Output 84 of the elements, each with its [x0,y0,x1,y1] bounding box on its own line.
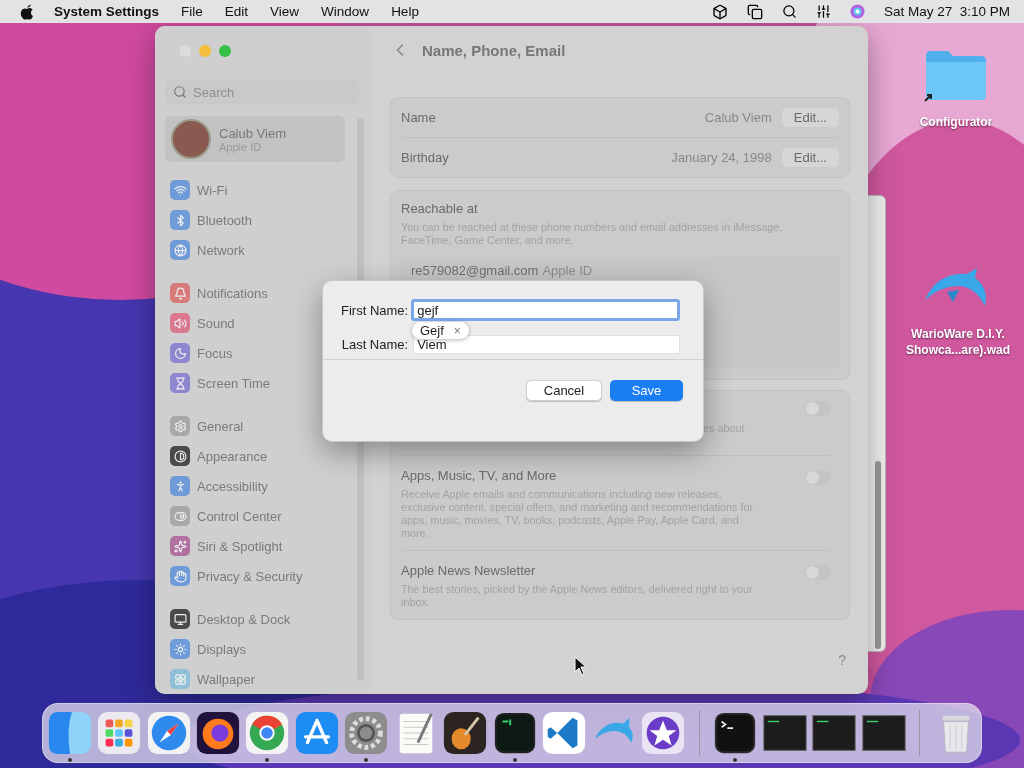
field-label: First Name: [341,302,409,318]
sidebar-item[interactable]: Privacy & Security [165,561,340,591]
guitar-icon[interactable] [442,710,489,756]
sidebar-item[interactable]: Accessibility [165,471,340,501]
sidebar-label: Control Center [197,508,282,524]
sidebar-item[interactable]: Control Center [165,501,340,531]
running-indicator [364,758,369,762]
text-field[interactable]: gejf [411,299,681,321]
sidebar-label: Displays [197,641,247,657]
sidebar-label: General [197,418,244,434]
sidebar-label: Wallpaper [197,671,256,687]
sidebar-item[interactable]: Desktop & Dock [165,604,340,634]
app-grid-icon[interactable] [96,710,143,756]
desktop-icon-label: WarioWare D.I.Y. Showca...are).wad [904,326,1011,358]
sidebar-item[interactable]: Sound [165,308,340,338]
app-name[interactable]: System Settings [54,4,160,19]
save-button[interactable]: Save [610,380,683,401]
sidebar-item[interactable]: Appearance [165,441,340,471]
sidebar-item[interactable]: Screen Time [165,368,340,398]
sidebar-label: Bluetooth [197,212,252,228]
field-label: Name [401,110,436,125]
menu-item[interactable]: Help [391,4,419,19]
email-address: re579082@gmail.com [411,263,539,278]
control-center-icon[interactable] [815,4,831,19]
sidebar-item[interactable]: Bluetooth [165,205,340,235]
sidebar-item[interactable]: Wallpaper [165,664,340,694]
desktop-icon-label: Configurator [919,114,993,130]
help-button[interactable]: ? [838,652,846,668]
page-title: Name, Phone, Email [422,41,566,59]
sidebar-label: Desktop & Dock [197,611,291,627]
close-icon[interactable]: × [453,323,461,338]
clock[interactable]: Sat May 27 3:10 PM [883,4,1010,19]
field-value: Calub Viem [704,110,772,125]
sidebar-item[interactable]: Siri & Spotlight [165,531,340,561]
suggestion-text: Gejf [420,323,444,338]
search-icon[interactable] [781,4,797,19]
menu-item[interactable]: View [270,4,300,19]
edit-button[interactable]: Edit... [781,148,839,167]
autocomplete-suggestion[interactable]: Gejf × [412,322,469,339]
sidebar-item[interactable]: General [165,411,340,441]
subscription-title: Apple News Newsletter [401,563,537,578]
sidebar-item[interactable]: Network [165,235,340,265]
section-title: Reachable at [401,201,479,216]
avatar [171,119,211,159]
sidebar-label: Focus [197,345,233,361]
cube-icon[interactable] [711,3,728,20]
search-field[interactable]: Search [165,80,360,104]
running-indicator [67,758,72,762]
pointer-icon [574,656,588,676]
field-value: January 24, 1998 [671,150,772,165]
menu-item[interactable]: Window [321,4,370,19]
menu-item[interactable]: File [181,4,203,19]
search-icon [173,85,187,99]
gear-icon[interactable] [343,710,390,756]
account-name: Calub Viem [219,125,286,141]
sidebar-label: Appearance [197,448,268,464]
app-store-icon[interactable] [293,710,340,756]
sidebar-item[interactable]: Wi-Fi [165,175,340,205]
sidebar-label: Notifications [197,285,268,301]
sidebar-label: Screen Time [197,375,270,391]
fox-icon[interactable] [195,710,242,756]
menu-item[interactable]: Edit [224,4,249,19]
code-editor-icon[interactable] [541,710,588,756]
edit-button[interactable]: Edit... [781,108,839,127]
sidebar-label: Wi-Fi [197,182,228,198]
sidebar-label: Privacy & Security [197,568,303,584]
sidebar-label: Network [197,242,245,258]
orb-icon[interactable] [849,4,865,19]
field-label: Birthday [401,150,449,165]
cancel-button[interactable]: Cancel [526,380,602,401]
sidebar-item[interactable]: Displays [165,634,340,664]
sidebar-label: Accessibility [197,478,268,494]
running-indicator [733,758,738,762]
sidebar-label: Siri & Spotlight [197,538,283,554]
finder-icon[interactable] [46,710,93,756]
windows-icon[interactable] [746,3,763,20]
apple-icon[interactable] [20,3,34,20]
sidebar-label: Sound [197,315,235,331]
sidebar-item[interactable]: Focus [165,338,340,368]
running-indicator [512,758,517,762]
subscription-title: Apps, Music, TV, and More [401,468,558,483]
scrollbar-thumb[interactable] [875,461,881,649]
field-label: Last Name: [341,337,409,352]
running-indicator [265,758,270,762]
